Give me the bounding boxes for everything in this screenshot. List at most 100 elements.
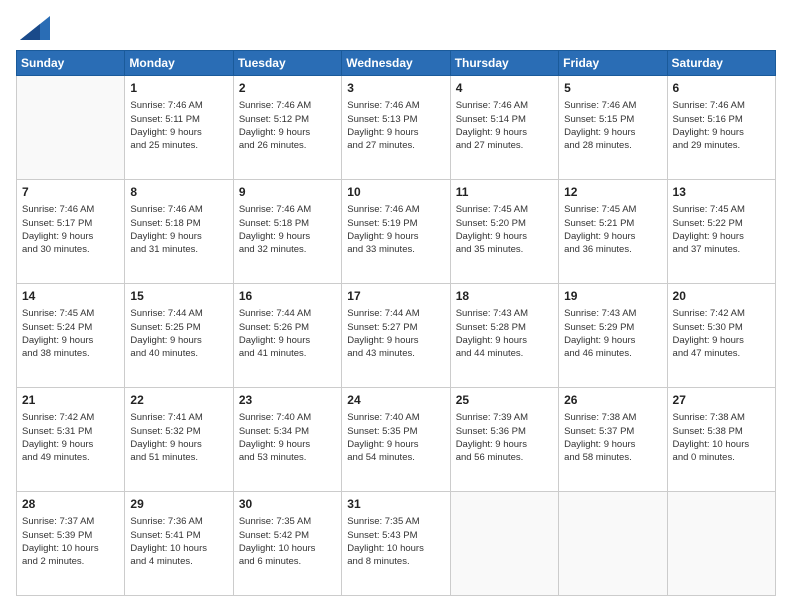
cell-text: Sunrise: 7:35 AM Sunset: 5:42 PM Dayligh… bbox=[239, 515, 336, 568]
day-number: 11 bbox=[456, 184, 553, 201]
day-number: 23 bbox=[239, 392, 336, 409]
cell-text: Sunrise: 7:46 AM Sunset: 5:11 PM Dayligh… bbox=[130, 99, 227, 152]
cell-text: Sunrise: 7:38 AM Sunset: 5:37 PM Dayligh… bbox=[564, 411, 661, 464]
day-number: 21 bbox=[22, 392, 119, 409]
calendar-cell: 17 Sunrise: 7:44 AM Sunset: 5:27 PM Dayli… bbox=[342, 284, 450, 388]
calendar-cell: 2Sunrise: 7:46 AM Sunset: 5:12 PM Daylig… bbox=[233, 76, 341, 180]
day-number: 30 bbox=[239, 496, 336, 513]
weekday-header-friday: Friday bbox=[559, 51, 667, 76]
calendar-cell: 21 Sunrise: 7:42 AM Sunset: 5:31 PM Dayli… bbox=[17, 388, 125, 492]
cell-text: Sunrise: 7:43 AM Sunset: 5:29 PM Dayligh… bbox=[564, 307, 661, 360]
cell-text: Sunrise: 7:45 AM Sunset: 5:24 PM Dayligh… bbox=[22, 307, 119, 360]
week-row-1: 7 Sunrise: 7:46 AM Sunset: 5:17 PM Daylig… bbox=[17, 180, 776, 284]
calendar-cell: 14 Sunrise: 7:45 AM Sunset: 5:24 PM Dayli… bbox=[17, 284, 125, 388]
calendar-cell: 28 Sunrise: 7:37 AM Sunset: 5:39 PM Dayli… bbox=[17, 492, 125, 596]
cell-text: Sunrise: 7:46 AM Sunset: 5:17 PM Dayligh… bbox=[22, 203, 119, 256]
weekday-header-row: SundayMondayTuesdayWednesdayThursdayFrid… bbox=[17, 51, 776, 76]
day-number: 28 bbox=[22, 496, 119, 513]
cell-text: Sunrise: 7:39 AM Sunset: 5:36 PM Dayligh… bbox=[456, 411, 553, 464]
cell-text: Sunrise: 7:42 AM Sunset: 5:30 PM Dayligh… bbox=[673, 307, 770, 360]
day-number: 24 bbox=[347, 392, 444, 409]
cell-text: Sunrise: 7:42 AM Sunset: 5:31 PM Dayligh… bbox=[22, 411, 119, 464]
day-number: 14 bbox=[22, 288, 119, 305]
header bbox=[16, 16, 776, 40]
calendar-cell: 9 Sunrise: 7:46 AM Sunset: 5:18 PM Daylig… bbox=[233, 180, 341, 284]
weekday-header-thursday: Thursday bbox=[450, 51, 558, 76]
calendar-cell: 7 Sunrise: 7:46 AM Sunset: 5:17 PM Daylig… bbox=[17, 180, 125, 284]
calendar-cell bbox=[450, 492, 558, 596]
day-number: 6 bbox=[673, 80, 770, 97]
cell-text: Sunrise: 7:46 AM Sunset: 5:12 PM Dayligh… bbox=[239, 99, 336, 152]
day-number: 22 bbox=[130, 392, 227, 409]
week-row-0: 1Sunrise: 7:46 AM Sunset: 5:11 PM Daylig… bbox=[17, 76, 776, 180]
calendar-cell: 26 Sunrise: 7:38 AM Sunset: 5:37 PM Dayli… bbox=[559, 388, 667, 492]
calendar-cell: 13 Sunrise: 7:45 AM Sunset: 5:22 PM Dayli… bbox=[667, 180, 775, 284]
day-number: 13 bbox=[673, 184, 770, 201]
day-number: 16 bbox=[239, 288, 336, 305]
cell-text: Sunrise: 7:44 AM Sunset: 5:26 PM Dayligh… bbox=[239, 307, 336, 360]
calendar-cell: 23Sunrise: 7:40 AM Sunset: 5:34 PM Dayli… bbox=[233, 388, 341, 492]
calendar-cell: 25Sunrise: 7:39 AM Sunset: 5:36 PM Dayli… bbox=[450, 388, 558, 492]
cell-text: Sunrise: 7:36 AM Sunset: 5:41 PM Dayligh… bbox=[130, 515, 227, 568]
calendar-cell bbox=[667, 492, 775, 596]
cell-text: Sunrise: 7:40 AM Sunset: 5:35 PM Dayligh… bbox=[347, 411, 444, 464]
calendar-cell: 15 Sunrise: 7:44 AM Sunset: 5:25 PM Dayli… bbox=[125, 284, 233, 388]
cell-text: Sunrise: 7:44 AM Sunset: 5:27 PM Dayligh… bbox=[347, 307, 444, 360]
calendar-cell: 16 Sunrise: 7:44 AM Sunset: 5:26 PM Dayli… bbox=[233, 284, 341, 388]
calendar-cell: 5Sunrise: 7:46 AM Sunset: 5:15 PM Daylig… bbox=[559, 76, 667, 180]
calendar-cell: 29 Sunrise: 7:36 AM Sunset: 5:41 PM Dayli… bbox=[125, 492, 233, 596]
day-number: 17 bbox=[347, 288, 444, 305]
calendar-cell: 11 Sunrise: 7:45 AM Sunset: 5:20 PM Dayli… bbox=[450, 180, 558, 284]
day-number: 29 bbox=[130, 496, 227, 513]
day-number: 15 bbox=[130, 288, 227, 305]
cell-text: Sunrise: 7:45 AM Sunset: 5:22 PM Dayligh… bbox=[673, 203, 770, 256]
day-number: 12 bbox=[564, 184, 661, 201]
weekday-header-sunday: Sunday bbox=[17, 51, 125, 76]
week-row-3: 21 Sunrise: 7:42 AM Sunset: 5:31 PM Dayli… bbox=[17, 388, 776, 492]
day-number: 19 bbox=[564, 288, 661, 305]
day-number: 3 bbox=[347, 80, 444, 97]
calendar-cell: 1Sunrise: 7:46 AM Sunset: 5:11 PM Daylig… bbox=[125, 76, 233, 180]
day-number: 27 bbox=[673, 392, 770, 409]
cell-text: Sunrise: 7:46 AM Sunset: 5:18 PM Dayligh… bbox=[239, 203, 336, 256]
cell-text: Sunrise: 7:43 AM Sunset: 5:28 PM Dayligh… bbox=[456, 307, 553, 360]
day-number: 10 bbox=[347, 184, 444, 201]
day-number: 9 bbox=[239, 184, 336, 201]
cell-text: Sunrise: 7:38 AM Sunset: 5:38 PM Dayligh… bbox=[673, 411, 770, 464]
cell-text: Sunrise: 7:45 AM Sunset: 5:21 PM Dayligh… bbox=[564, 203, 661, 256]
day-number: 20 bbox=[673, 288, 770, 305]
cell-text: Sunrise: 7:46 AM Sunset: 5:19 PM Dayligh… bbox=[347, 203, 444, 256]
cell-text: Sunrise: 7:46 AM Sunset: 5:14 PM Dayligh… bbox=[456, 99, 553, 152]
calendar-cell: 10 Sunrise: 7:46 AM Sunset: 5:19 PM Dayli… bbox=[342, 180, 450, 284]
cell-text: Sunrise: 7:46 AM Sunset: 5:16 PM Dayligh… bbox=[673, 99, 770, 152]
calendar-cell: 30 Sunrise: 7:35 AM Sunset: 5:42 PM Dayli… bbox=[233, 492, 341, 596]
calendar-cell: 6 Sunrise: 7:46 AM Sunset: 5:16 PM Daylig… bbox=[667, 76, 775, 180]
cell-text: Sunrise: 7:45 AM Sunset: 5:20 PM Dayligh… bbox=[456, 203, 553, 256]
calendar-cell: 12 Sunrise: 7:45 AM Sunset: 5:21 PM Dayli… bbox=[559, 180, 667, 284]
calendar-cell bbox=[17, 76, 125, 180]
cell-text: Sunrise: 7:37 AM Sunset: 5:39 PM Dayligh… bbox=[22, 515, 119, 568]
logo bbox=[16, 16, 50, 40]
calendar-cell bbox=[559, 492, 667, 596]
day-number: 18 bbox=[456, 288, 553, 305]
calendar-table: SundayMondayTuesdayWednesdayThursdayFrid… bbox=[16, 50, 776, 596]
day-number: 8 bbox=[130, 184, 227, 201]
calendar-cell: 20 Sunrise: 7:42 AM Sunset: 5:30 PM Dayli… bbox=[667, 284, 775, 388]
day-number: 26 bbox=[564, 392, 661, 409]
calendar-cell: 27 Sunrise: 7:38 AM Sunset: 5:38 PM Dayli… bbox=[667, 388, 775, 492]
weekday-header-wednesday: Wednesday bbox=[342, 51, 450, 76]
calendar-cell: 8Sunrise: 7:46 AM Sunset: 5:18 PM Daylig… bbox=[125, 180, 233, 284]
cell-text: Sunrise: 7:41 AM Sunset: 5:32 PM Dayligh… bbox=[130, 411, 227, 464]
calendar-cell: 4Sunrise: 7:46 AM Sunset: 5:14 PM Daylig… bbox=[450, 76, 558, 180]
calendar-cell: 24 Sunrise: 7:40 AM Sunset: 5:35 PM Dayli… bbox=[342, 388, 450, 492]
day-number: 7 bbox=[22, 184, 119, 201]
page: SundayMondayTuesdayWednesdayThursdayFrid… bbox=[0, 0, 792, 612]
cell-text: Sunrise: 7:35 AM Sunset: 5:43 PM Dayligh… bbox=[347, 515, 444, 568]
cell-text: Sunrise: 7:46 AM Sunset: 5:13 PM Dayligh… bbox=[347, 99, 444, 152]
logo-icon bbox=[20, 16, 50, 40]
calendar-cell: 18 Sunrise: 7:43 AM Sunset: 5:28 PM Dayli… bbox=[450, 284, 558, 388]
cell-text: Sunrise: 7:44 AM Sunset: 5:25 PM Dayligh… bbox=[130, 307, 227, 360]
week-row-2: 14 Sunrise: 7:45 AM Sunset: 5:24 PM Dayli… bbox=[17, 284, 776, 388]
calendar-cell: 3 Sunrise: 7:46 AM Sunset: 5:13 PM Daylig… bbox=[342, 76, 450, 180]
calendar-cell: 19 Sunrise: 7:43 AM Sunset: 5:29 PM Dayli… bbox=[559, 284, 667, 388]
